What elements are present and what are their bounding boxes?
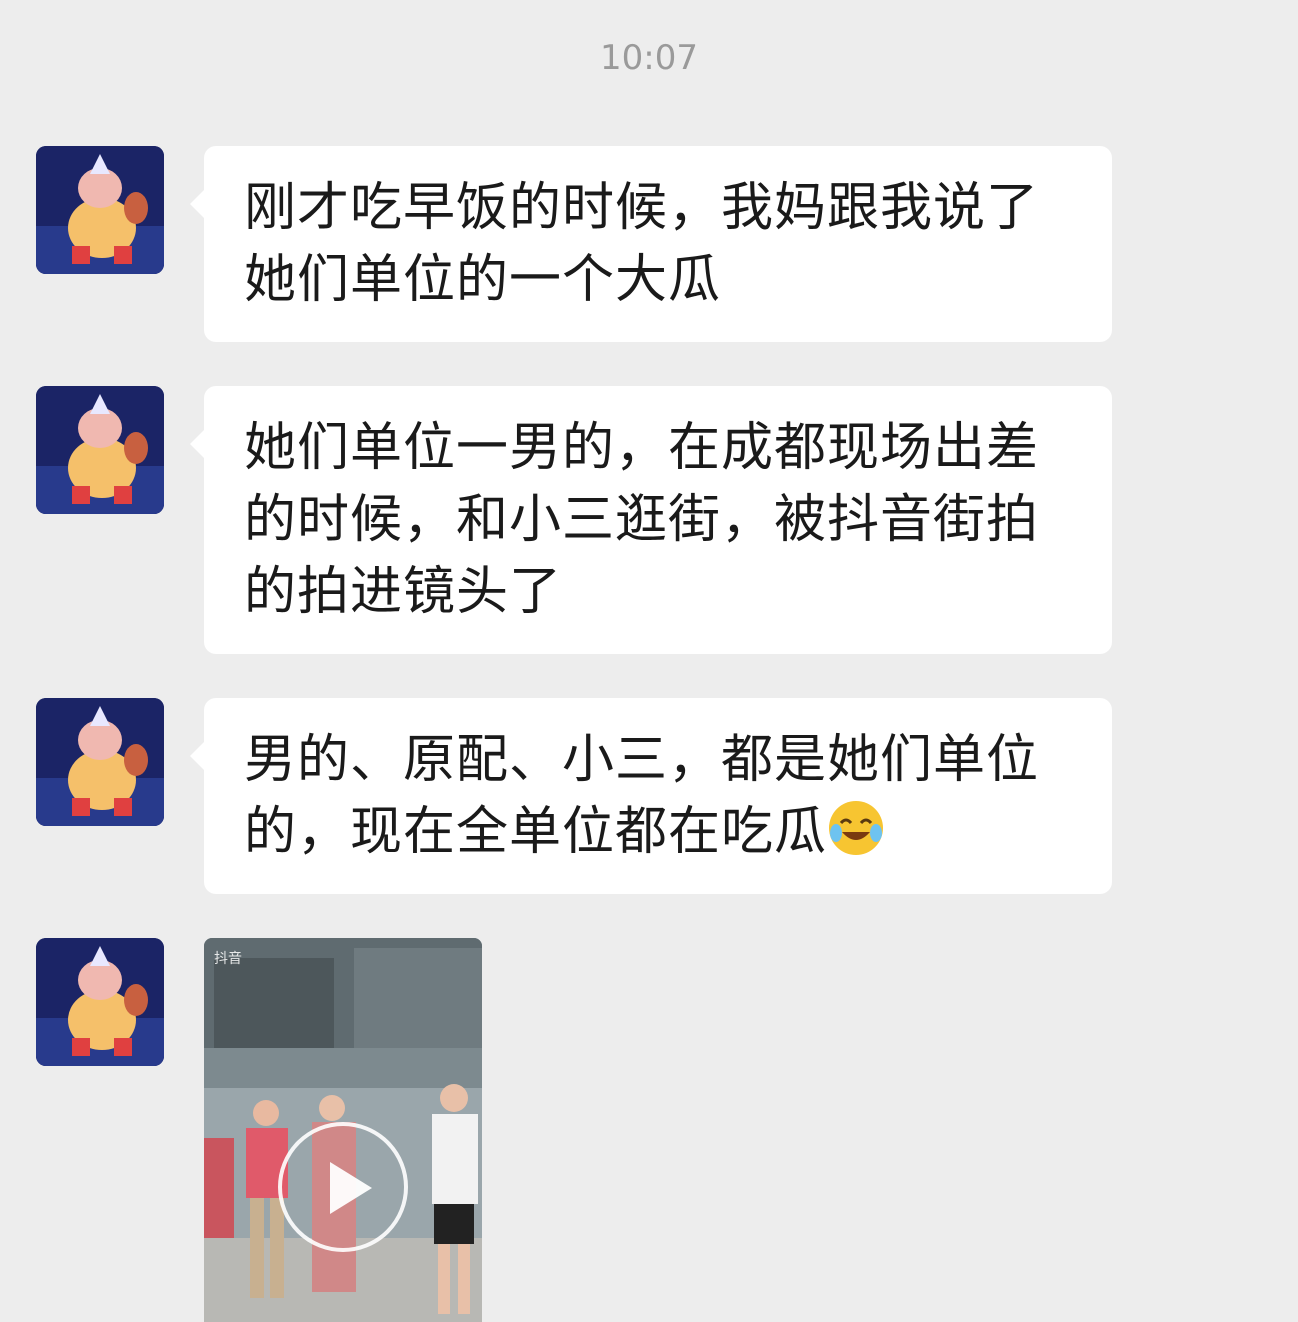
message-text: 刚才吃早饭的时候，我妈跟我说了她们单位的一个大瓜 (244, 178, 1040, 310)
play-icon[interactable] (278, 1122, 408, 1252)
sender-avatar[interactable] (36, 938, 164, 1066)
chat-window: 10:07 刚才吃早饭的时候，我妈跟我说了她们单位的一个大瓜 她们单位一男的，在… (0, 0, 1298, 1322)
message-text: 男的、原配、小三，都是她们单位的，现在全单位都在吃瓜 (244, 730, 1040, 862)
message-bubble[interactable]: 她们单位一男的，在成都现场出差的时候，和小三逛街，被抖音街拍的拍进镜头了 (190, 386, 1112, 654)
message-timestamp: 10:07 (600, 38, 698, 78)
sender-avatar[interactable] (36, 146, 164, 274)
laughing-crying-emoji-icon (829, 801, 884, 855)
sender-avatar[interactable] (36, 386, 164, 514)
platform-watermark: 抖音 (214, 951, 242, 967)
message-text: 她们单位一男的，在成都现场出差的时候，和小三逛街，被抖音街拍的拍进镜头了 (244, 418, 1040, 622)
sender-avatar[interactable] (36, 698, 164, 826)
message-bubble[interactable]: 刚才吃早饭的时候，我妈跟我说了她们单位的一个大瓜 (190, 146, 1112, 342)
message-bubble[interactable]: 男的、原配、小三，都是她们单位的，现在全单位都在吃瓜 (190, 698, 1112, 894)
video-message[interactable]: 抖音 (204, 938, 482, 1322)
